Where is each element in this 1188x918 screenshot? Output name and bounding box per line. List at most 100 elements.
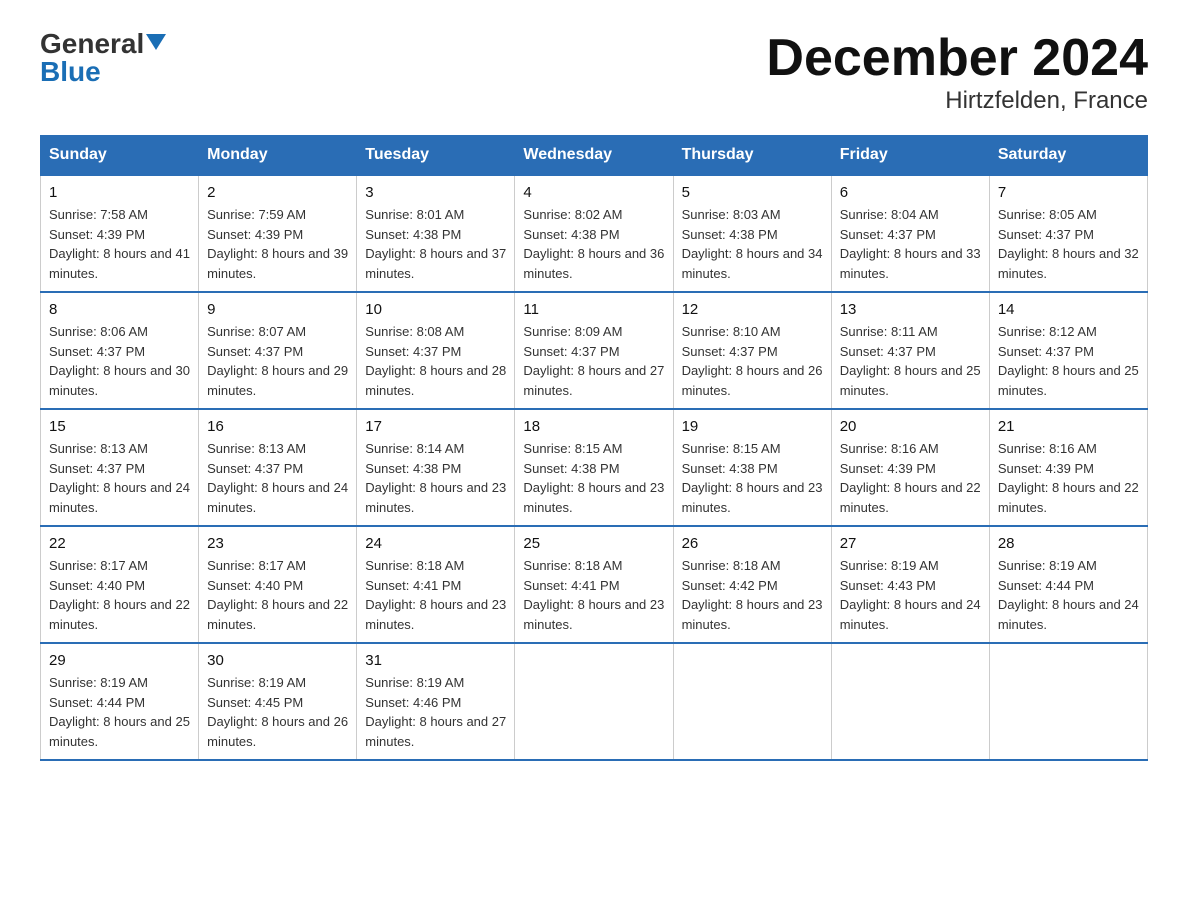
logo: General Blue	[40, 30, 166, 86]
day-cell-8: 8 Sunrise: 8:06 AMSunset: 4:37 PMDayligh…	[41, 292, 199, 409]
week-row-5: 29 Sunrise: 8:19 AMSunset: 4:44 PMDaylig…	[41, 643, 1148, 760]
day-info: Sunrise: 8:13 AMSunset: 4:37 PMDaylight:…	[207, 441, 348, 515]
day-cell-25: 25 Sunrise: 8:18 AMSunset: 4:41 PMDaylig…	[515, 526, 673, 643]
day-cell-3: 3 Sunrise: 8:01 AMSunset: 4:38 PMDayligh…	[357, 175, 515, 292]
day-cell-26: 26 Sunrise: 8:18 AMSunset: 4:42 PMDaylig…	[673, 526, 831, 643]
day-cell-21: 21 Sunrise: 8:16 AMSunset: 4:39 PMDaylig…	[989, 409, 1147, 526]
column-header-wednesday: Wednesday	[515, 136, 673, 176]
day-number: 22	[49, 535, 190, 552]
day-info: Sunrise: 8:17 AMSunset: 4:40 PMDaylight:…	[207, 558, 348, 632]
day-number: 20	[840, 418, 981, 435]
day-info: Sunrise: 8:05 AMSunset: 4:37 PMDaylight:…	[998, 207, 1139, 281]
day-cell-9: 9 Sunrise: 8:07 AMSunset: 4:37 PMDayligh…	[199, 292, 357, 409]
day-cell-23: 23 Sunrise: 8:17 AMSunset: 4:40 PMDaylig…	[199, 526, 357, 643]
day-cell-17: 17 Sunrise: 8:14 AMSunset: 4:38 PMDaylig…	[357, 409, 515, 526]
day-info: Sunrise: 8:19 AMSunset: 4:44 PMDaylight:…	[998, 558, 1139, 632]
day-info: Sunrise: 8:06 AMSunset: 4:37 PMDaylight:…	[49, 324, 190, 398]
day-info: Sunrise: 8:12 AMSunset: 4:37 PMDaylight:…	[998, 324, 1139, 398]
day-info: Sunrise: 8:01 AMSunset: 4:38 PMDaylight:…	[365, 207, 506, 281]
day-info: Sunrise: 8:16 AMSunset: 4:39 PMDaylight:…	[998, 441, 1139, 515]
day-info: Sunrise: 8:15 AMSunset: 4:38 PMDaylight:…	[682, 441, 823, 515]
day-number: 11	[523, 301, 664, 318]
day-number: 16	[207, 418, 348, 435]
day-cell-5: 5 Sunrise: 8:03 AMSunset: 4:38 PMDayligh…	[673, 175, 831, 292]
day-info: Sunrise: 8:17 AMSunset: 4:40 PMDaylight:…	[49, 558, 190, 632]
day-cell-18: 18 Sunrise: 8:15 AMSunset: 4:38 PMDaylig…	[515, 409, 673, 526]
day-number: 8	[49, 301, 190, 318]
day-cell-10: 10 Sunrise: 8:08 AMSunset: 4:37 PMDaylig…	[357, 292, 515, 409]
calendar-table: SundayMondayTuesdayWednesdayThursdayFrid…	[40, 135, 1148, 761]
day-cell-11: 11 Sunrise: 8:09 AMSunset: 4:37 PMDaylig…	[515, 292, 673, 409]
week-row-2: 8 Sunrise: 8:06 AMSunset: 4:37 PMDayligh…	[41, 292, 1148, 409]
day-info: Sunrise: 8:02 AMSunset: 4:38 PMDaylight:…	[523, 207, 664, 281]
day-cell-2: 2 Sunrise: 7:59 AMSunset: 4:39 PMDayligh…	[199, 175, 357, 292]
day-info: Sunrise: 8:11 AMSunset: 4:37 PMDaylight:…	[840, 324, 981, 398]
day-number: 26	[682, 535, 823, 552]
day-number: 30	[207, 652, 348, 669]
day-cell-empty	[673, 643, 831, 760]
day-number: 1	[49, 184, 190, 201]
day-cell-15: 15 Sunrise: 8:13 AMSunset: 4:37 PMDaylig…	[41, 409, 199, 526]
day-info: Sunrise: 8:18 AMSunset: 4:41 PMDaylight:…	[523, 558, 664, 632]
day-info: Sunrise: 8:09 AMSunset: 4:37 PMDaylight:…	[523, 324, 664, 398]
day-number: 2	[207, 184, 348, 201]
day-number: 3	[365, 184, 506, 201]
day-number: 14	[998, 301, 1139, 318]
day-info: Sunrise: 8:18 AMSunset: 4:41 PMDaylight:…	[365, 558, 506, 632]
day-cell-14: 14 Sunrise: 8:12 AMSunset: 4:37 PMDaylig…	[989, 292, 1147, 409]
day-cell-27: 27 Sunrise: 8:19 AMSunset: 4:43 PMDaylig…	[831, 526, 989, 643]
day-cell-20: 20 Sunrise: 8:16 AMSunset: 4:39 PMDaylig…	[831, 409, 989, 526]
day-number: 21	[998, 418, 1139, 435]
day-info: Sunrise: 7:58 AMSunset: 4:39 PMDaylight:…	[49, 207, 190, 281]
day-info: Sunrise: 8:19 AMSunset: 4:46 PMDaylight:…	[365, 675, 506, 749]
day-info: Sunrise: 8:18 AMSunset: 4:42 PMDaylight:…	[682, 558, 823, 632]
day-number: 15	[49, 418, 190, 435]
day-number: 25	[523, 535, 664, 552]
day-info: Sunrise: 8:08 AMSunset: 4:37 PMDaylight:…	[365, 324, 506, 398]
day-cell-13: 13 Sunrise: 8:11 AMSunset: 4:37 PMDaylig…	[831, 292, 989, 409]
column-header-thursday: Thursday	[673, 136, 831, 176]
day-number: 17	[365, 418, 506, 435]
day-number: 10	[365, 301, 506, 318]
day-number: 18	[523, 418, 664, 435]
page-title: December 2024	[766, 30, 1148, 87]
page-subtitle: Hirtzfelden, France	[766, 87, 1148, 115]
day-cell-empty	[515, 643, 673, 760]
day-cell-1: 1 Sunrise: 7:58 AMSunset: 4:39 PMDayligh…	[41, 175, 199, 292]
day-number: 31	[365, 652, 506, 669]
day-info: Sunrise: 8:13 AMSunset: 4:37 PMDaylight:…	[49, 441, 190, 515]
day-number: 7	[998, 184, 1139, 201]
day-cell-16: 16 Sunrise: 8:13 AMSunset: 4:37 PMDaylig…	[199, 409, 357, 526]
day-number: 24	[365, 535, 506, 552]
logo-triangle-icon	[146, 34, 166, 50]
day-cell-6: 6 Sunrise: 8:04 AMSunset: 4:37 PMDayligh…	[831, 175, 989, 292]
day-info: Sunrise: 8:19 AMSunset: 4:44 PMDaylight:…	[49, 675, 190, 749]
column-header-sunday: Sunday	[41, 136, 199, 176]
column-header-saturday: Saturday	[989, 136, 1147, 176]
day-cell-empty	[831, 643, 989, 760]
day-number: 6	[840, 184, 981, 201]
day-info: Sunrise: 8:19 AMSunset: 4:43 PMDaylight:…	[840, 558, 981, 632]
week-row-3: 15 Sunrise: 8:13 AMSunset: 4:37 PMDaylig…	[41, 409, 1148, 526]
day-number: 9	[207, 301, 348, 318]
page-header: General Blue December 2024 Hirtzfelden, …	[40, 30, 1148, 115]
day-info: Sunrise: 8:19 AMSunset: 4:45 PMDaylight:…	[207, 675, 348, 749]
day-cell-empty	[989, 643, 1147, 760]
day-number: 4	[523, 184, 664, 201]
day-number: 23	[207, 535, 348, 552]
logo-blue-text: Blue	[40, 58, 101, 86]
week-row-4: 22 Sunrise: 8:17 AMSunset: 4:40 PMDaylig…	[41, 526, 1148, 643]
title-block: December 2024 Hirtzfelden, France	[766, 30, 1148, 115]
day-info: Sunrise: 8:03 AMSunset: 4:38 PMDaylight:…	[682, 207, 823, 281]
day-number: 28	[998, 535, 1139, 552]
day-cell-19: 19 Sunrise: 8:15 AMSunset: 4:38 PMDaylig…	[673, 409, 831, 526]
day-info: Sunrise: 8:07 AMSunset: 4:37 PMDaylight:…	[207, 324, 348, 398]
day-number: 29	[49, 652, 190, 669]
day-info: Sunrise: 7:59 AMSunset: 4:39 PMDaylight:…	[207, 207, 348, 281]
day-cell-7: 7 Sunrise: 8:05 AMSunset: 4:37 PMDayligh…	[989, 175, 1147, 292]
day-cell-28: 28 Sunrise: 8:19 AMSunset: 4:44 PMDaylig…	[989, 526, 1147, 643]
day-cell-4: 4 Sunrise: 8:02 AMSunset: 4:38 PMDayligh…	[515, 175, 673, 292]
day-info: Sunrise: 8:16 AMSunset: 4:39 PMDaylight:…	[840, 441, 981, 515]
day-number: 27	[840, 535, 981, 552]
column-header-tuesday: Tuesday	[357, 136, 515, 176]
